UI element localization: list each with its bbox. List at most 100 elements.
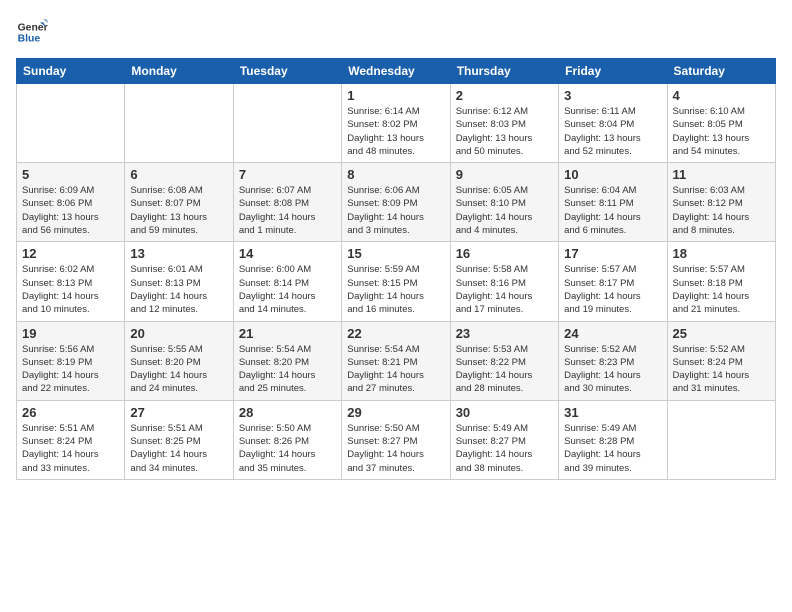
day-info: Sunrise: 6:12 AM Sunset: 8:03 PM Dayligh… — [456, 105, 553, 158]
day-number: 27 — [130, 405, 227, 420]
day-info: Sunrise: 6:01 AM Sunset: 8:13 PM Dayligh… — [130, 263, 227, 316]
day-info: Sunrise: 6:10 AM Sunset: 8:05 PM Dayligh… — [673, 105, 770, 158]
day-number: 2 — [456, 88, 553, 103]
day-number: 20 — [130, 326, 227, 341]
day-info: Sunrise: 5:50 AM Sunset: 8:26 PM Dayligh… — [239, 422, 336, 475]
day-number: 6 — [130, 167, 227, 182]
calendar-day-25: 25 Sunrise: 5:52 AM Sunset: 8:24 PM Dayli… — [667, 321, 775, 400]
day-number: 25 — [673, 326, 770, 341]
calendar-day-10: 10Sunrise: 6:04 AM Sunset: 8:11 PM Dayli… — [559, 163, 667, 242]
calendar-table: SundayMondayTuesdayWednesdayThursdayFrid… — [16, 58, 776, 480]
calendar-week-4: 19Sunrise: 5:56 AM Sunset: 8:19 PM Dayli… — [17, 321, 776, 400]
day-number: 5 — [22, 167, 119, 182]
logo: General Blue — [16, 16, 48, 48]
day-info: Sunrise: 6:02 AM Sunset: 8:13 PM Dayligh… — [22, 263, 119, 316]
calendar-day-2: 2 Sunrise: 6:12 AM Sunset: 8:03 PM Daylig… — [450, 84, 558, 163]
day-info: Sunrise: 6:00 AM Sunset: 8:14 PM Dayligh… — [239, 263, 336, 316]
day-number: 18 — [673, 246, 770, 261]
calendar-day-1: 1 Sunrise: 6:14 AM Sunset: 8:02 PM Daylig… — [342, 84, 450, 163]
calendar-day-3: 3 Sunrise: 6:11 AM Sunset: 8:04 PM Daylig… — [559, 84, 667, 163]
day-number: 19 — [22, 326, 119, 341]
day-number: 24 — [564, 326, 661, 341]
day-info: Sunrise: 6:08 AM Sunset: 8:07 PM Dayligh… — [130, 184, 227, 237]
calendar-day-11: 11Sunrise: 6:03 AM Sunset: 8:12 PM Dayli… — [667, 163, 775, 242]
logo-icon: General Blue — [16, 16, 48, 48]
day-number: 22 — [347, 326, 444, 341]
day-number: 29 — [347, 405, 444, 420]
calendar-week-5: 26Sunrise: 5:51 AM Sunset: 8:24 PM Dayli… — [17, 400, 776, 479]
day-number: 21 — [239, 326, 336, 341]
day-number: 9 — [456, 167, 553, 182]
weekday-header-row: SundayMondayTuesdayWednesdayThursdayFrid… — [17, 59, 776, 84]
day-info: Sunrise: 6:04 AM Sunset: 8:11 PM Dayligh… — [564, 184, 661, 237]
day-number: 8 — [347, 167, 444, 182]
calendar-day-23: 23 Sunrise: 5:53 AM Sunset: 8:22 PM Dayli… — [450, 321, 558, 400]
day-info: Sunrise: 5:50 AM Sunset: 8:27 PM Dayligh… — [347, 422, 444, 475]
day-number: 1 — [347, 88, 444, 103]
day-number: 7 — [239, 167, 336, 182]
calendar-day-21: 21 Sunrise: 5:54 AM Sunset: 8:20 PM Dayli… — [233, 321, 341, 400]
day-info: Sunrise: 6:05 AM Sunset: 8:10 PM Dayligh… — [456, 184, 553, 237]
calendar-day-27: 27Sunrise: 5:51 AM Sunset: 8:25 PM Dayli… — [125, 400, 233, 479]
day-info: Sunrise: 6:11 AM Sunset: 8:04 PM Dayligh… — [564, 105, 661, 158]
weekday-header-tuesday: Tuesday — [233, 59, 341, 84]
calendar-day-7: 7Sunrise: 6:07 AM Sunset: 8:08 PM Daylig… — [233, 163, 341, 242]
day-info: Sunrise: 5:55 AM Sunset: 8:20 PM Dayligh… — [130, 343, 227, 396]
calendar-day-30: 30 Sunrise: 5:49 AM Sunset: 8:27 PM Dayli… — [450, 400, 558, 479]
calendar-day-24: 24Sunrise: 5:52 AM Sunset: 8:23 PM Dayli… — [559, 321, 667, 400]
day-number: 14 — [239, 246, 336, 261]
calendar-day-26: 26Sunrise: 5:51 AM Sunset: 8:24 PM Dayli… — [17, 400, 125, 479]
day-number: 17 — [564, 246, 661, 261]
calendar-day-13: 13 Sunrise: 6:01 AM Sunset: 8:13 PM Dayli… — [125, 242, 233, 321]
day-number: 13 — [130, 246, 227, 261]
svg-text:Blue: Blue — [18, 34, 41, 45]
calendar-day-19: 19Sunrise: 5:56 AM Sunset: 8:19 PM Dayli… — [17, 321, 125, 400]
calendar-day-20: 20 Sunrise: 5:55 AM Sunset: 8:20 PM Dayli… — [125, 321, 233, 400]
weekday-header-saturday: Saturday — [667, 59, 775, 84]
day-number: 30 — [456, 405, 553, 420]
day-info: Sunrise: 5:52 AM Sunset: 8:24 PM Dayligh… — [673, 343, 770, 396]
day-number: 26 — [22, 405, 119, 420]
calendar-week-2: 5 Sunrise: 6:09 AM Sunset: 8:06 PM Daylig… — [17, 163, 776, 242]
day-number: 12 — [22, 246, 119, 261]
day-number: 15 — [347, 246, 444, 261]
calendar-week-1: 1 Sunrise: 6:14 AM Sunset: 8:02 PM Daylig… — [17, 84, 776, 163]
calendar-day-18: 18 Sunrise: 5:57 AM Sunset: 8:18 PM Dayli… — [667, 242, 775, 321]
page: General Blue SundayMondayTuesdayWednesda… — [0, 0, 792, 612]
day-info: Sunrise: 5:57 AM Sunset: 8:18 PM Dayligh… — [673, 263, 770, 316]
empty-cell — [233, 84, 341, 163]
day-number: 4 — [673, 88, 770, 103]
empty-cell — [17, 84, 125, 163]
calendar-day-17: 17 Sunrise: 5:57 AM Sunset: 8:17 PM Dayli… — [559, 242, 667, 321]
day-info: Sunrise: 5:49 AM Sunset: 8:27 PM Dayligh… — [456, 422, 553, 475]
day-info: Sunrise: 6:06 AM Sunset: 8:09 PM Dayligh… — [347, 184, 444, 237]
day-info: Sunrise: 5:59 AM Sunset: 8:15 PM Dayligh… — [347, 263, 444, 316]
day-info: Sunrise: 6:14 AM Sunset: 8:02 PM Dayligh… — [347, 105, 444, 158]
calendar-day-31: 31Sunrise: 5:49 AM Sunset: 8:28 PM Dayli… — [559, 400, 667, 479]
day-number: 23 — [456, 326, 553, 341]
calendar-day-5: 5 Sunrise: 6:09 AM Sunset: 8:06 PM Daylig… — [17, 163, 125, 242]
calendar-week-3: 12 Sunrise: 6:02 AM Sunset: 8:13 PM Dayli… — [17, 242, 776, 321]
header: General Blue — [16, 16, 776, 48]
calendar-day-12: 12 Sunrise: 6:02 AM Sunset: 8:13 PM Dayli… — [17, 242, 125, 321]
weekday-header-wednesday: Wednesday — [342, 59, 450, 84]
day-info: Sunrise: 5:57 AM Sunset: 8:17 PM Dayligh… — [564, 263, 661, 316]
calendar-day-29: 29 Sunrise: 5:50 AM Sunset: 8:27 PM Dayli… — [342, 400, 450, 479]
day-info: Sunrise: 5:58 AM Sunset: 8:16 PM Dayligh… — [456, 263, 553, 316]
empty-cell — [125, 84, 233, 163]
weekday-header-thursday: Thursday — [450, 59, 558, 84]
day-info: Sunrise: 5:54 AM Sunset: 8:21 PM Dayligh… — [347, 343, 444, 396]
day-number: 16 — [456, 246, 553, 261]
calendar-day-14: 14 Sunrise: 6:00 AM Sunset: 8:14 PM Dayli… — [233, 242, 341, 321]
day-number: 3 — [564, 88, 661, 103]
calendar-day-15: 15 Sunrise: 5:59 AM Sunset: 8:15 PM Dayli… — [342, 242, 450, 321]
day-info: Sunrise: 6:09 AM Sunset: 8:06 PM Dayligh… — [22, 184, 119, 237]
weekday-header-friday: Friday — [559, 59, 667, 84]
calendar-day-6: 6 Sunrise: 6:08 AM Sunset: 8:07 PM Daylig… — [125, 163, 233, 242]
weekday-header-sunday: Sunday — [17, 59, 125, 84]
day-number: 31 — [564, 405, 661, 420]
day-number: 11 — [673, 167, 770, 182]
weekday-header-monday: Monday — [125, 59, 233, 84]
day-info: Sunrise: 5:53 AM Sunset: 8:22 PM Dayligh… — [456, 343, 553, 396]
day-info: Sunrise: 5:54 AM Sunset: 8:20 PM Dayligh… — [239, 343, 336, 396]
